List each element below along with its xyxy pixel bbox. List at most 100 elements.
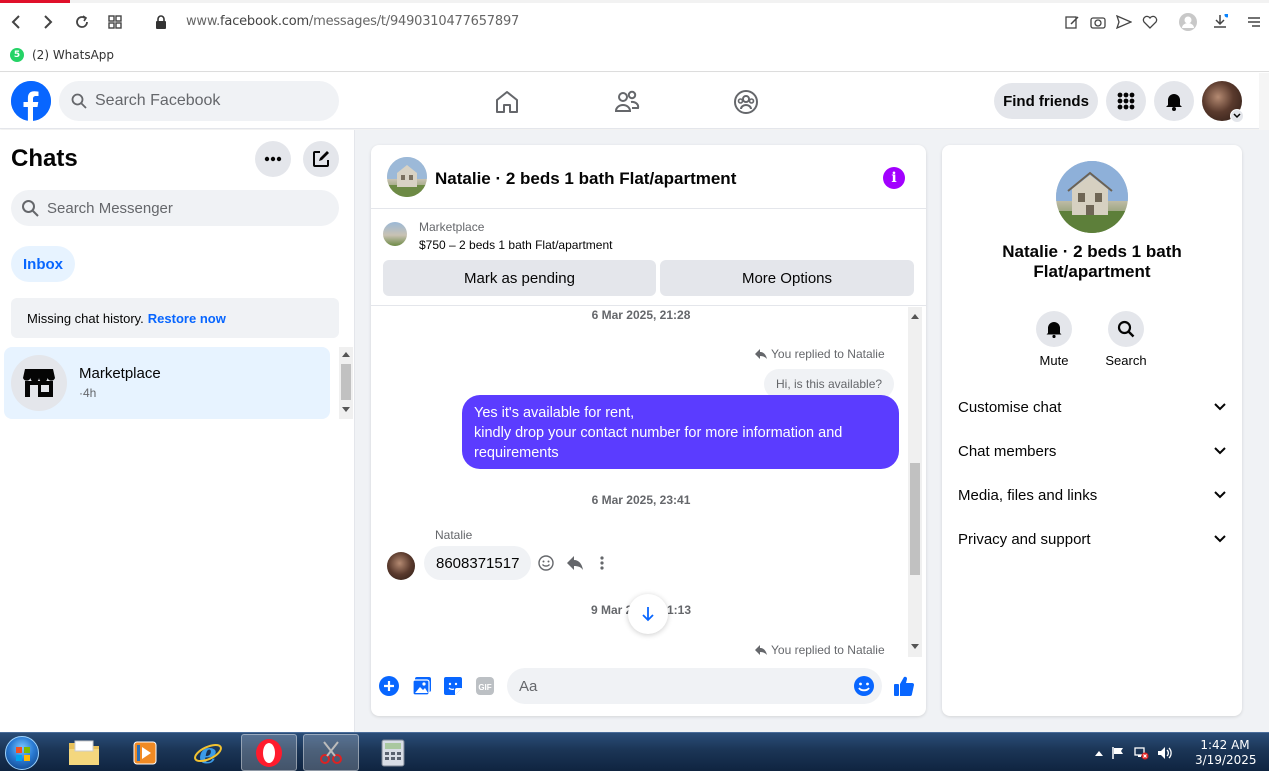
- message-scrollbar[interactable]: [908, 307, 922, 657]
- search-action[interactable]: Search: [1096, 311, 1156, 368]
- section-customise-chat[interactable]: Customise chat: [958, 385, 1226, 429]
- photo-icon[interactable]: [411, 675, 433, 697]
- sent-message-bubble[interactable]: Yes it's available for rent, kindly drop…: [462, 395, 899, 469]
- find-friends-button[interactable]: Find friends: [994, 83, 1098, 119]
- home-icon[interactable]: [493, 88, 521, 116]
- start-button[interactable]: [2, 734, 42, 772]
- bookmark-whatsapp[interactable]: 5 (2) WhatsApp: [10, 48, 114, 62]
- calculator-icon[interactable]: [365, 734, 421, 771]
- sidebar-scrollbar[interactable]: [339, 347, 353, 419]
- download-icon[interactable]: [1210, 12, 1230, 32]
- section-privacy-support[interactable]: Privacy and support: [958, 517, 1226, 561]
- tab-inbox[interactable]: Inbox: [11, 246, 75, 282]
- windows-taskbar: e 1:42 AM 3/19/2025: [0, 732, 1269, 771]
- missing-history-notice: Missing chat history. Restore now: [11, 298, 339, 338]
- arrow-down-icon: [642, 607, 654, 622]
- marketplace-avatar: [11, 355, 67, 411]
- more-options-button[interactable]: [255, 141, 291, 177]
- media-player-icon[interactable]: [117, 734, 173, 771]
- mark-as-pending-button[interactable]: Mark as pending: [383, 260, 656, 296]
- section-label: Media, files and links: [958, 486, 1098, 504]
- chevron-down-icon: [1214, 403, 1226, 411]
- section-chat-members[interactable]: Chat members: [958, 429, 1226, 473]
- react-icon[interactable]: [537, 554, 555, 572]
- show-hidden-icons[interactable]: [1095, 750, 1103, 756]
- chevron-down-icon: [1230, 109, 1244, 123]
- scrollbar-thumb[interactable]: [341, 364, 351, 400]
- message-input[interactable]: Aa: [507, 668, 882, 704]
- sticker-icon[interactable]: [442, 675, 464, 697]
- conversation-title[interactable]: Natalie · 2 beds 1 bath Flat/apartment: [435, 169, 736, 189]
- messenger-search-input[interactable]: Search Messenger: [11, 190, 339, 226]
- listing-summary[interactable]: $750 – 2 beds 1 bath Flat/apartment: [419, 238, 612, 252]
- restore-now-link[interactable]: Restore now: [148, 311, 226, 326]
- scroll-down-icon[interactable]: [911, 644, 919, 650]
- like-icon[interactable]: [893, 675, 915, 697]
- facebook-search[interactable]: Search Facebook: [59, 81, 339, 121]
- chat-list-item[interactable]: Marketplace ·4h: [4, 347, 330, 419]
- volume-icon[interactable]: [1157, 746, 1173, 760]
- received-message-bubble[interactable]: 8608371517: [424, 546, 532, 580]
- search-icon[interactable]: [1108, 311, 1144, 347]
- date-separator-time: 1:13: [667, 603, 692, 617]
- action-center-flag-icon[interactable]: [1111, 746, 1125, 760]
- gif-icon[interactable]: GIF: [474, 675, 496, 697]
- address-bar[interactable]: www.facebook.com/messages/t/949031047765…: [186, 14, 519, 29]
- system-tray: [1095, 733, 1173, 772]
- add-icon[interactable]: [378, 675, 400, 697]
- reload-icon[interactable]: [72, 12, 92, 32]
- message-composer: GIF Aa: [371, 665, 926, 707]
- bell-icon[interactable]: [1036, 311, 1072, 347]
- listing-thumbnail[interactable]: [383, 222, 407, 246]
- chats-sidebar: Chats Search Messenger Inbox Missing cha…: [0, 130, 355, 732]
- mute-action[interactable]: Mute: [1024, 311, 1084, 368]
- forward-icon[interactable]: [38, 12, 58, 32]
- scrollbar-thumb[interactable]: [910, 463, 920, 575]
- profile-avatar[interactable]: [1202, 81, 1244, 123]
- search-icon: [71, 93, 87, 109]
- tabs-grid-icon[interactable]: [105, 12, 125, 32]
- search-placeholder: Search Facebook: [95, 92, 221, 109]
- groups-icon[interactable]: [732, 88, 760, 116]
- emoji-icon[interactable]: [853, 675, 875, 697]
- search-icon: [22, 200, 39, 217]
- reply-icon[interactable]: [566, 554, 584, 572]
- file-explorer-icon[interactable]: [56, 734, 112, 771]
- replied-text: You replied to Natalie: [771, 643, 885, 657]
- more-actions-icon[interactable]: [593, 554, 611, 572]
- camera-icon[interactable]: [1088, 12, 1108, 32]
- sender-avatar[interactable]: [387, 552, 415, 580]
- conversation-avatar[interactable]: [387, 157, 427, 197]
- new-message-button[interactable]: [303, 141, 339, 177]
- info-icon[interactable]: i: [883, 167, 905, 189]
- facebook-logo-icon[interactable]: [11, 81, 51, 121]
- back-icon[interactable]: [6, 12, 26, 32]
- network-icon[interactable]: [1133, 746, 1149, 760]
- snipping-tool-icon[interactable]: [303, 734, 359, 771]
- heart-icon[interactable]: [1140, 12, 1160, 32]
- system-clock[interactable]: 1:42 AM 3/19/2025: [1195, 738, 1257, 768]
- internet-explorer-icon[interactable]: e: [180, 734, 236, 771]
- compose-icon: [313, 151, 329, 167]
- scroll-down-icon[interactable]: [342, 407, 350, 413]
- friends-icon[interactable]: [613, 88, 641, 116]
- edit-page-icon[interactable]: [1062, 12, 1082, 32]
- menu-icon[interactable]: [1244, 12, 1264, 32]
- account-icon[interactable]: [1178, 12, 1198, 32]
- date-separator: 6 Mar 2025, 23:41: [591, 493, 691, 507]
- windows-logo-icon: [5, 736, 39, 770]
- url-domain: facebook.com: [220, 14, 309, 29]
- send-icon[interactable]: [1114, 12, 1134, 32]
- menu-grid-button[interactable]: [1106, 81, 1146, 121]
- opera-browser-icon[interactable]: [241, 734, 297, 771]
- sender-name: Natalie: [435, 528, 473, 542]
- more-options-button[interactable]: More Options: [660, 260, 914, 296]
- info-avatar[interactable]: [1056, 161, 1128, 233]
- section-media-files-links[interactable]: Media, files and links: [958, 473, 1226, 517]
- scroll-up-icon[interactable]: [911, 313, 919, 319]
- scroll-to-bottom-button[interactable]: [628, 594, 668, 634]
- message-list: 6 Mar 2025, 21:28 You replied to Natalie…: [371, 307, 926, 657]
- scroll-up-icon[interactable]: [342, 351, 350, 357]
- marketplace-listing-banner: Marketplace $750 – 2 beds 1 bath Flat/ap…: [371, 210, 926, 306]
- notifications-button[interactable]: [1154, 81, 1194, 121]
